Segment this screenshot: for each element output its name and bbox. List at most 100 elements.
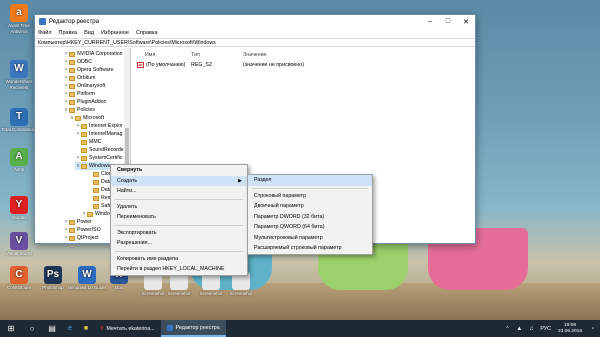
yandex-icon: Y — [100, 325, 104, 332]
tree-node[interactable]: Data — [87, 178, 112, 186]
tree-node[interactable]: Safe — [87, 202, 112, 210]
tray-chevron-icon[interactable]: ^ — [501, 320, 513, 337]
app-icon: T — [10, 108, 28, 126]
tree-node[interactable]: Clou — [87, 170, 112, 178]
desktop-icon[interactable]: C ColorGloom — [0, 266, 38, 291]
menu-item[interactable]: Параметр DWORD (32 бита) — [248, 212, 372, 223]
menu-item[interactable]: Копировать имя раздела — [111, 254, 247, 265]
desktop-icon[interactable]: V Visual Studio — [0, 232, 38, 257]
folder-icon — [93, 179, 99, 185]
menu-item-label: Раздел — [254, 177, 272, 184]
tree-node[interactable]: > ODBC — [63, 58, 92, 66]
folder-icon[interactable]: ■ — [78, 320, 94, 337]
menu-item[interactable]: Экспортировать — [111, 228, 247, 239]
menu-view[interactable]: Вид — [84, 30, 94, 36]
tree-node[interactable]: > PluginAddon — [63, 98, 107, 106]
desktop-icon[interactable]: W Wondershare Recoverit — [0, 60, 38, 90]
menu-help[interactable]: Справка — [136, 30, 158, 36]
notifications-icon[interactable]: ▫ — [586, 320, 600, 337]
tree-node[interactable]: > Piriform — [63, 90, 95, 98]
context-menu[interactable]: Свернуть Создать ▶ Найти... Удалить Переимено… — [110, 164, 248, 276]
tree-node[interactable]: SoundRecorde — [75, 146, 124, 154]
taskbar-app-browser[interactable]: Y Мечтать ekaterina... — [94, 320, 161, 337]
folder-icon — [69, 107, 75, 113]
tree-node-label: Internet Explor — [89, 123, 123, 129]
tree-node[interactable]: > Ordinarysoft — [63, 82, 106, 90]
desktop-icon[interactable]: A Aimp — [0, 148, 38, 173]
menu-item[interactable]: Параметр QWORD (64 бита) — [248, 222, 372, 233]
menu-item[interactable]: Строковый параметр — [248, 191, 372, 202]
desktop-icon[interactable]: a Avast Free Antivirus — [0, 4, 38, 34]
desktop-icon-label: ColorGloom — [6, 285, 31, 290]
tree-node[interactable]: > PowerISO — [63, 226, 101, 234]
column-value[interactable]: Значение — [243, 52, 267, 58]
menu-item-label: Свернуть — [117, 167, 143, 174]
tree-node-label: Power — [77, 219, 92, 225]
tree-node-label: NVIDIA Corporation — [77, 51, 123, 57]
tree-node-label: Piriform — [77, 91, 95, 97]
tree-node[interactable]: > Orbitum — [63, 74, 96, 82]
language-indicator[interactable]: РУС — [537, 320, 554, 337]
tree-node[interactable]: > Internet Explor — [75, 122, 123, 130]
tree-node[interactable]: v Microsoft — [69, 114, 104, 122]
close-icon[interactable]: ✕ — [457, 15, 475, 28]
address-bar[interactable]: Компьютер\HKEY_CURRENT_USER\Software\Pol… — [35, 38, 475, 47]
menu-item[interactable]: Переименовать — [111, 212, 247, 223]
start-windows-icon[interactable]: ⊞ — [0, 320, 22, 337]
tree-node[interactable]: v Policies — [63, 106, 95, 114]
tree-node-label: QtProject — [77, 235, 99, 241]
desktop-icon-label: Aimp — [13, 167, 25, 172]
clock[interactable]: 19:08 23.06.2018 — [554, 320, 586, 337]
column-name[interactable]: Имя — [145, 52, 155, 58]
volume-icon[interactable]: ♫ — [525, 320, 537, 337]
app-icon: Ps — [44, 266, 62, 284]
submenu-arrow-icon: ▶ — [238, 177, 242, 184]
tree-node[interactable]: Rem — [87, 194, 112, 202]
tree-node[interactable]: > Power — [63, 218, 92, 226]
tree-node[interactable]: MMC — [75, 138, 101, 146]
network-icon[interactable]: ▲ — [513, 320, 525, 337]
menu-item[interactable]: Мультистроковый параметр — [248, 233, 372, 244]
taskbar: ⊞ ○ ▤ e ■ Y Мечтать ekaterina... Редакто… — [0, 320, 600, 337]
desktop-icon[interactable]: T Total Commander — [0, 108, 38, 133]
tree-node[interactable]: > QtProject — [63, 234, 99, 242]
edge-icon[interactable]: e — [62, 320, 78, 337]
menu-separator — [252, 187, 368, 189]
menu-item[interactable]: Свернуть — [111, 165, 247, 176]
title-bar[interactable]: Редактор реестра – □ ✕ — [35, 15, 475, 28]
desktop-icon[interactable]: Screenshot — [222, 272, 260, 297]
tree-node[interactable]: > Opera Software — [63, 66, 114, 74]
menu-item[interactable]: Раздел — [248, 175, 372, 186]
create-submenu[interactable]: Раздел Строковый параметр Двоичный парамет… — [247, 174, 373, 255]
menu-item-label: Найти... — [117, 188, 137, 195]
menu-item[interactable]: Перейти в раздел HKEY_LOCAL_MACHINE — [111, 264, 247, 275]
tree-node[interactable]: v Windows — [75, 162, 111, 170]
desktop-icon-label: Avast Free Antivirus — [8, 23, 30, 34]
tree-node[interactable]: > SystemCertific — [75, 154, 123, 162]
value-row[interactable]: ab (По умолчанию) — [137, 62, 185, 68]
menu-item[interactable]: Разрешения... — [111, 238, 247, 249]
taskbar-app-regedit[interactable]: Редактор реестра — [160, 320, 226, 337]
folder-icon — [93, 195, 99, 201]
value-type: REG_SZ — [191, 62, 213, 68]
minimize-icon[interactable]: – — [421, 15, 439, 28]
tree-node[interactable]: > Windo — [81, 210, 110, 218]
menu-item[interactable]: Создать ▶ — [111, 175, 247, 186]
desktop-icon[interactable]: Ps Photoshop — [34, 266, 72, 291]
menu-item[interactable]: Найти... — [111, 186, 247, 197]
menu-favorites[interactable]: Избранное — [101, 30, 129, 36]
search-icon[interactable]: ○ — [22, 320, 42, 337]
tree-node[interactable]: > NVIDIA Corporation — [63, 50, 123, 58]
tree-node[interactable]: > InternetManag — [75, 130, 123, 138]
menu-item[interactable]: Удалить — [111, 202, 247, 213]
tree-node[interactable]: Data — [87, 186, 112, 194]
menu-item[interactable]: Расширяемый строковый параметр — [248, 243, 372, 254]
maximize-icon[interactable]: □ — [439, 15, 457, 28]
menu-item[interactable]: Двоичный параметр — [248, 201, 372, 212]
task-view-icon[interactable]: ▤ — [42, 320, 62, 337]
column-type[interactable]: Тип — [191, 52, 200, 58]
desktop-icon[interactable]: Y Yandex — [0, 196, 38, 221]
folder-icon — [81, 155, 87, 161]
menu-edit[interactable]: Правка — [59, 30, 78, 36]
menu-file[interactable]: Файл — [38, 30, 52, 36]
